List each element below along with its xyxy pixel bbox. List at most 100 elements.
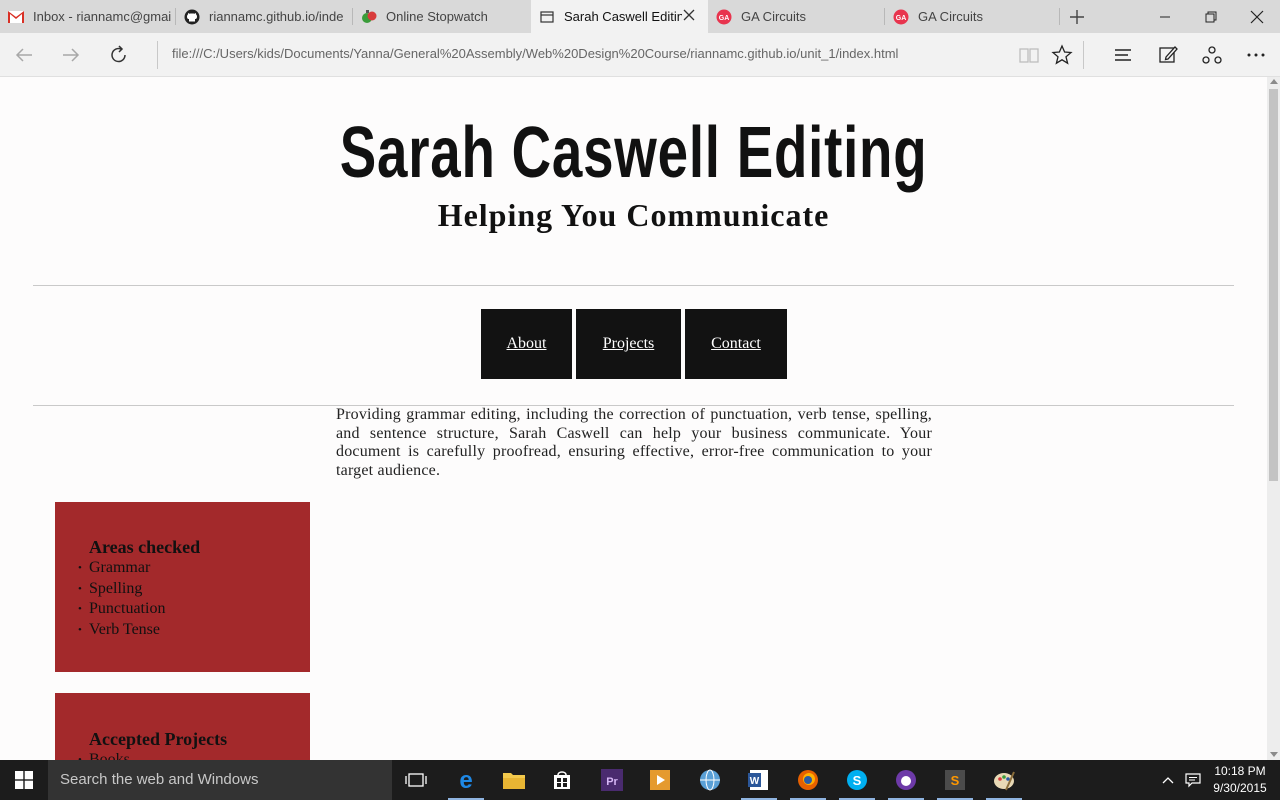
message-icon (1185, 773, 1201, 788)
word-icon: W (748, 770, 768, 790)
paint-icon (994, 771, 1015, 791)
svg-text:S: S (853, 773, 862, 788)
svg-text:W: W (750, 776, 760, 787)
list-item: Spelling (78, 579, 310, 600)
media-player-icon (650, 770, 670, 790)
header-divider (33, 285, 1234, 286)
browser-taskbar-icon[interactable] (686, 760, 734, 800)
notifications-button[interactable] (1183, 770, 1203, 790)
svg-text:GA: GA (896, 15, 907, 22)
svg-text:S: S (951, 773, 960, 788)
accepted-projects-list: Books (78, 750, 310, 760)
github-icon (184, 9, 200, 25)
firefox-icon (798, 770, 818, 790)
favorite-button[interactable] (1049, 42, 1075, 68)
close-window-button[interactable] (1234, 0, 1280, 33)
premiere-taskbar-icon[interactable]: Pr (588, 760, 636, 800)
areas-checked-card: Areas checked Grammar Spelling Punctuati… (55, 502, 310, 672)
toolbar-separator (1083, 41, 1084, 69)
task-view-button[interactable] (392, 760, 440, 800)
nav-about-link[interactable]: About (481, 309, 572, 379)
sublime-text-icon: S (945, 770, 965, 790)
minimize-icon (1160, 16, 1170, 17)
plus-icon (1070, 10, 1084, 24)
tab-ga-circuits-2[interactable]: GA GA Circuits (885, 0, 1060, 33)
share-button[interactable] (1199, 42, 1225, 68)
pen-icon (1159, 46, 1178, 63)
clock-time: 10:18 PM (1214, 764, 1266, 778)
hub-button[interactable] (1110, 42, 1136, 68)
nav-projects-link[interactable]: Projects (576, 309, 681, 379)
areas-checked-list: Grammar Spelling Punctuation Verb Tense (78, 558, 310, 641)
search-placeholder: Search the web and Windows (60, 771, 259, 788)
file-explorer-taskbar-icon[interactable] (490, 760, 538, 800)
folder-icon (503, 773, 525, 789)
new-tab-button[interactable] (1066, 6, 1088, 28)
address-bar[interactable]: file:///C:/Users/kids/Documents/Yanna/Ge… (172, 46, 898, 61)
tab-sarah-caswell[interactable]: Sarah Caswell Editin (531, 0, 708, 33)
refresh-icon (111, 45, 126, 63)
tab-github[interactable]: riannamc.github.io/inde (176, 0, 353, 33)
app-taskbar-icon[interactable] (882, 760, 930, 800)
list-item: Verb Tense (78, 620, 310, 641)
card-heading: Areas checked (89, 537, 201, 557)
taskbar-search-box[interactable]: Search the web and Windows (48, 760, 392, 800)
accepted-projects-card: Accepted Projects Books (55, 693, 310, 760)
forward-button[interactable] (58, 42, 84, 68)
forward-arrow-icon (63, 48, 80, 62)
minimize-button[interactable] (1142, 0, 1188, 33)
nav-contact-link[interactable]: Contact (685, 309, 787, 379)
page-icon (539, 9, 555, 25)
windows-taskbar: Search the web and Windows e Pr W S S 10… (0, 760, 1280, 800)
back-arrow-icon (15, 48, 32, 62)
start-button[interactable] (0, 760, 48, 800)
more-button[interactable] (1243, 42, 1269, 68)
card-heading: Accepted Projects (89, 729, 228, 749)
word-taskbar-icon[interactable]: W (735, 760, 783, 800)
back-button[interactable] (11, 42, 37, 68)
ga-icon: GA (716, 9, 732, 25)
show-hidden-icons-button[interactable] (1158, 770, 1178, 790)
intro-paragraph: Providing grammar editing, including the… (336, 406, 932, 479)
tab-inbox[interactable]: Inbox - riannamc@gmai (0, 0, 176, 33)
edge-icon: e (459, 768, 472, 792)
close-tab-icon[interactable] (682, 8, 696, 22)
firefox-taskbar-icon[interactable] (784, 760, 832, 800)
scroll-down-arrow-icon[interactable] (1270, 752, 1278, 757)
stopwatch-icon (361, 9, 377, 25)
web-note-button[interactable] (1155, 42, 1181, 68)
windows-logo-icon (15, 771, 33, 789)
tab-stopwatch[interactable]: Online Stopwatch (353, 0, 531, 33)
scroll-thumb[interactable] (1269, 89, 1278, 481)
clock[interactable]: 10:18 PM 9/30/2015 (1208, 763, 1272, 797)
ga-icon: GA (893, 9, 909, 25)
clock-date: 9/30/2015 (1213, 781, 1267, 795)
restore-icon (1205, 11, 1217, 22)
list-item: Books (78, 750, 310, 760)
tab-strip: Inbox - riannamc@gmai riannamc.github.io… (0, 0, 1280, 33)
gmail-icon (8, 9, 24, 25)
task-view-icon (405, 773, 427, 787)
page-viewport: Sarah Caswell Editing Helping You Commun… (0, 77, 1267, 760)
book-icon (1019, 48, 1039, 63)
tab-ga-circuits-1[interactable]: GA GA Circuits (708, 0, 885, 33)
list-item: Punctuation (78, 599, 310, 620)
reading-view-button[interactable] (1016, 42, 1042, 68)
skype-taskbar-icon[interactable]: S (833, 760, 881, 800)
list-item: Grammar (78, 558, 310, 579)
store-taskbar-icon[interactable] (538, 760, 586, 800)
svg-text:e: e (459, 768, 472, 792)
site-subtitle: Helping You Communicate (437, 197, 830, 233)
chevron-up-icon (1162, 777, 1174, 784)
close-icon (1250, 10, 1264, 23)
sublime-taskbar-icon[interactable]: S (931, 760, 979, 800)
page-scrollbar[interactable] (1267, 77, 1280, 760)
media-player-taskbar-icon[interactable] (636, 760, 684, 800)
paint-taskbar-icon[interactable] (980, 760, 1028, 800)
main-nav: About Projects Contact (481, 309, 787, 379)
svg-text:GA: GA (719, 15, 730, 22)
restore-button[interactable] (1188, 0, 1234, 33)
edge-taskbar-icon[interactable]: e (442, 760, 490, 800)
scroll-up-arrow-icon[interactable] (1270, 79, 1278, 84)
refresh-button[interactable] (106, 42, 132, 68)
